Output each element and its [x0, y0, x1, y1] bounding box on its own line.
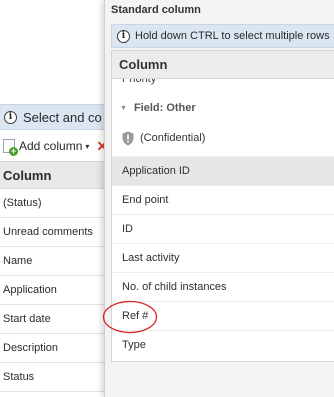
group-field-other[interactable]: ▼ Field: Other: [112, 94, 334, 122]
background-grid-rows: (Status) Unread comments Name Applicatio…: [0, 189, 108, 392]
group-label: Field: Other: [133, 102, 196, 114]
popup-title: Standard column: [111, 4, 201, 16]
list-item-end-point[interactable]: End point: [112, 185, 334, 214]
grid-row[interactable]: Description: [0, 334, 108, 363]
background-grid-header[interactable]: Column: [0, 161, 108, 189]
info-icon: i: [4, 110, 17, 124]
popup-info-bar: i Hold down CTRL to select multiple rows: [111, 24, 334, 48]
list-item-last-activity[interactable]: Last activity: [112, 243, 334, 272]
screen-root: i Select and co Add column ▾ ✕ Column (S…: [0, 0, 334, 397]
column-list-header: Column: [112, 51, 334, 79]
shield-icon: [122, 131, 134, 145]
standard-column-popup: Standard column i Hold down CTRL to sele…: [104, 0, 334, 397]
triangle-down-icon[interactable]: ▼: [120, 105, 127, 112]
grid-row[interactable]: Status: [0, 363, 108, 392]
list-item-ref[interactable]: Ref #: [112, 301, 334, 330]
info-icon: i: [117, 29, 130, 43]
grid-row[interactable]: Application: [0, 276, 108, 305]
grid-row[interactable]: (Status): [0, 189, 108, 218]
add-column-icon[interactable]: [3, 139, 18, 156]
grid-row[interactable]: Name: [0, 247, 108, 276]
list-item-application-id[interactable]: Application ID: [112, 156, 334, 185]
grid-row[interactable]: Start date: [0, 305, 108, 334]
grid-row[interactable]: Unread comments: [0, 218, 108, 247]
background-info-text: Select and co: [23, 109, 102, 125]
background-toolbar: Add column ▾ ✕: [0, 134, 108, 158]
list-item-confidential[interactable]: (Confidential): [112, 124, 334, 152]
confidential-label: (Confidential): [140, 132, 206, 144]
add-column-button[interactable]: Add column: [19, 139, 82, 153]
popup-info-text: Hold down CTRL to select multiple rows: [135, 30, 330, 42]
background-info-bar: i Select and co: [0, 104, 108, 130]
popup-footer: [111, 362, 334, 397]
list-item-type[interactable]: Type: [112, 330, 334, 359]
list-item-id[interactable]: ID: [112, 214, 334, 243]
list-item-child-instances[interactable]: No. of child instances: [112, 272, 334, 301]
column-list: Column Priority ▼ Field: Other (Confiden…: [111, 50, 334, 362]
caret-down-icon[interactable]: ▾: [85, 142, 89, 151]
